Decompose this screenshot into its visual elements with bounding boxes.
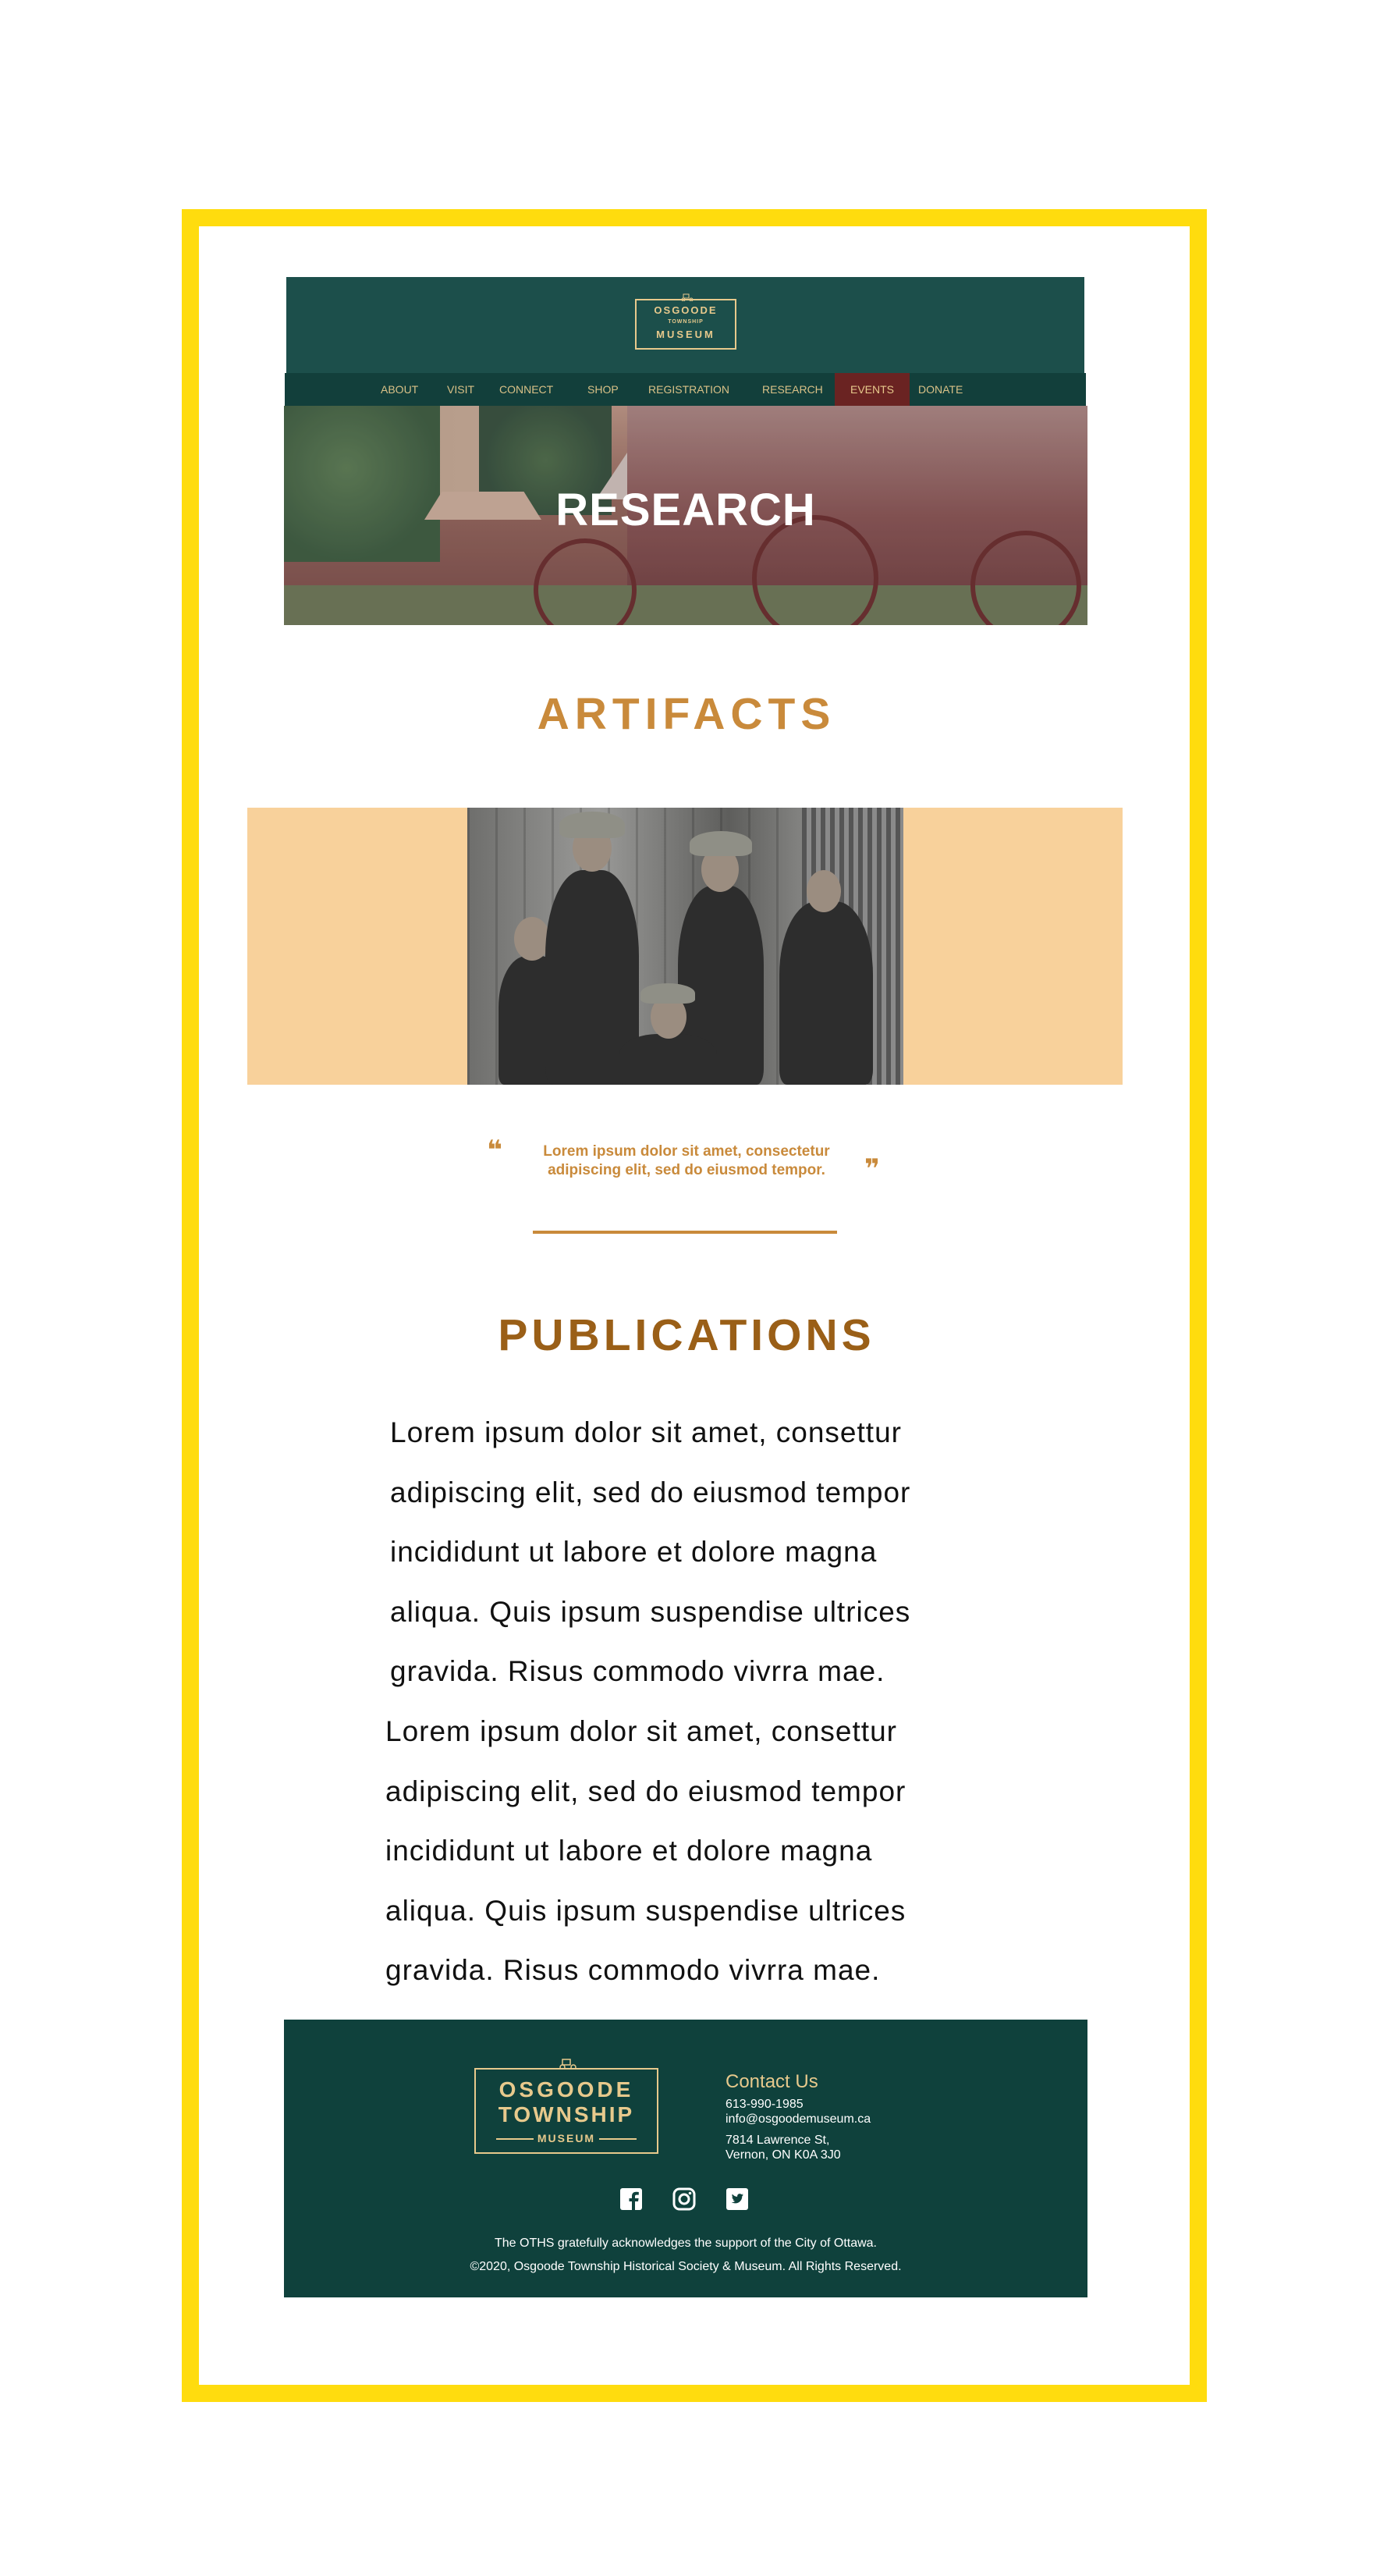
main-nav: ABOUT VISIT CONNECT SHOP REGISTRATION RE… (285, 373, 1086, 406)
contact-heading: Contact Us (726, 2071, 818, 2092)
paragraph-line: incididunt ut labore et dolore magna (390, 1536, 878, 1568)
instagram-icon[interactable] (672, 2187, 696, 2211)
nav-item-visit[interactable]: VISIT (447, 373, 474, 406)
nav-item-events[interactable]: EVENTS (835, 373, 910, 406)
facebook-icon[interactable] (619, 2187, 643, 2211)
logo-line-1: OSGOODE (654, 304, 718, 316)
nav-item-about[interactable]: ABOUT (381, 373, 418, 406)
artifacts-heading: ARTIFACTS (537, 689, 836, 739)
paragraph-line: Lorem ipsum dolor sit amet, consettur (390, 1416, 902, 1448)
tractor-icon (559, 2059, 577, 2070)
nav-item-research[interactable]: RESEARCH (762, 373, 823, 406)
nav-item-connect[interactable]: CONNECT (499, 373, 553, 406)
footer-logo[interactable]: OSGOODE TOWNSHIP MUSEUM (474, 2059, 658, 2154)
paragraph-line: Lorem ipsum dolor sit amet, consettur (385, 1715, 897, 1747)
twitter-icon[interactable] (726, 2187, 749, 2211)
paragraph-line: incididunt ut labore et dolore magna (385, 1835, 873, 1867)
tractor-icon (681, 293, 694, 301)
footer-logo-line-2: TOWNSHIP (498, 2102, 635, 2127)
site-footer: OSGOODE TOWNSHIP MUSEUM Contact Us 613-9… (284, 2020, 1087, 2297)
acknowledgement-text: The OTHS gratefully acknowledges the sup… (494, 2237, 877, 2250)
logo-line-2: TOWNSHIP (668, 319, 704, 325)
paragraph-line: gravida. Risus commodo vivrra mae. (390, 1655, 885, 1687)
paragraph-line: gravida. Risus commodo vivrra mae. (385, 1954, 881, 1986)
paragraph-line: adipiscing elit, sed do eiusmod tempor (390, 1476, 911, 1508)
quote-line-1: Lorem ipsum dolor sit amet, consectetur (543, 1143, 830, 1160)
contact-address-line-2: Vernon, ON K0A 3J0 (726, 2148, 841, 2162)
contact-phone[interactable]: 613-990-1985 (726, 2098, 804, 2112)
nav-item-donate[interactable]: DONATE (918, 373, 963, 406)
museum-logo[interactable]: OSGOODE TOWNSHIP MUSEUM (635, 293, 736, 350)
publications-paragraph-1: Lorem ipsum dolor sit amet, consettur ad… (390, 1403, 1014, 1702)
contact-address-line-1: 7814 Lawrence St, (726, 2134, 830, 2147)
logo-line-3: MUSEUM (656, 329, 715, 340)
nav-item-registration[interactable]: REGISTRATION (648, 373, 729, 406)
site-header: OSGOODE TOWNSHIP MUSEUM (286, 277, 1084, 375)
artifact-quote: Lorem ipsum dolor sit amet, consectetur … (0, 1142, 1373, 1180)
divider (533, 1231, 837, 1234)
nav-item-shop[interactable]: SHOP (587, 373, 619, 406)
paragraph-line: aliqua. Quis ipsum suspendise ultrices (385, 1894, 906, 1927)
footer-logo-line-1: OSGOODE (498, 2077, 634, 2102)
paragraph-line: adipiscing elit, sed do eiusmod tempor (385, 1775, 906, 1807)
page-title: RESEARCH (555, 485, 816, 535)
artifact-photo (467, 808, 903, 1085)
contact-email[interactable]: info@osgoodemuseum.ca (726, 2112, 871, 2127)
copyright-text: ©2020, Osgoode Township Historical Socie… (470, 2260, 902, 2273)
page: OSGOODE TOWNSHIP MUSEUM ABOUT VISIT CONN… (0, 0, 1373, 2576)
publications-heading: PUBLICATIONS (498, 1310, 875, 1360)
publications-paragraph-2: Lorem ipsum dolor sit amet, consettur ad… (385, 1702, 1009, 2001)
quote-line-2: adipiscing elit, sed do eiusmod tempor. (548, 1162, 825, 1178)
close-quote-icon: ❞ (864, 1154, 880, 1184)
paragraph-line: aliqua. Quis ipsum suspendise ultrices (390, 1595, 911, 1628)
hero-banner: RESEARCH (284, 406, 1087, 625)
